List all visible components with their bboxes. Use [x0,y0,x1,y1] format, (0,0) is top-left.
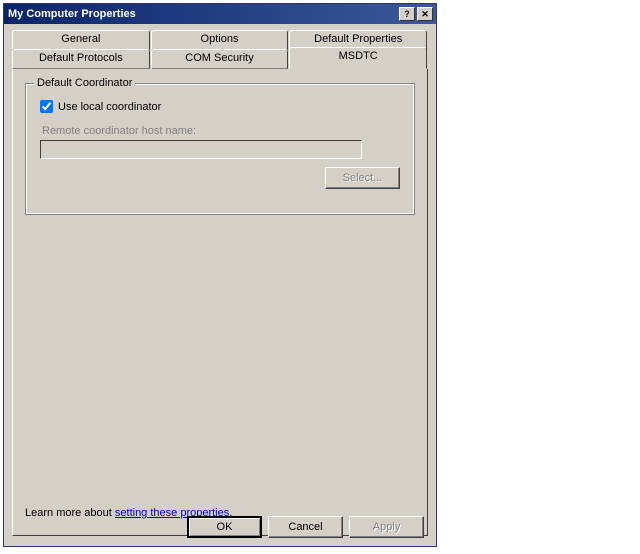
tab-com-security[interactable]: COM Security [151,49,289,69]
window-title: My Computer Properties [8,8,397,20]
groupbox-title: Default Coordinator [34,77,135,89]
help-button[interactable]: ? [399,7,415,21]
tab-options[interactable]: Options [151,30,289,50]
remote-host-label: Remote coordinator host name: [42,125,404,137]
titlebar: My Computer Properties ? ✕ [4,4,436,24]
tab-row-2: Default Protocols COM Security MSDTC [12,49,428,69]
tab-general[interactable]: General [12,30,150,50]
use-local-coordinator-row[interactable]: Use local coordinator [40,100,404,113]
remote-host-input [40,140,362,159]
default-coordinator-group: Default Coordinator Use local coordinato… [25,83,415,215]
use-local-coordinator-label: Use local coordinator [58,101,161,113]
properties-dialog: My Computer Properties ? ✕ General Optio… [3,3,437,547]
apply-button: Apply [349,516,424,538]
ok-button[interactable]: OK [187,516,262,538]
use-local-coordinator-checkbox[interactable] [40,100,53,113]
select-button-row: Select... [36,167,404,189]
dialog-button-bar: OK Cancel Apply [187,516,424,538]
select-button: Select... [325,167,400,189]
dialog-body: General Options Default Properties Defau… [4,24,436,546]
tab-default-protocols[interactable]: Default Protocols [12,49,150,69]
cancel-button[interactable]: Cancel [268,516,343,538]
close-button[interactable]: ✕ [417,7,433,21]
learn-more-prefix: Learn more about [25,507,115,519]
tab-panel-msdtc: Default Coordinator Use local coordinato… [12,69,428,536]
tab-msdtc[interactable]: MSDTC [289,47,427,69]
